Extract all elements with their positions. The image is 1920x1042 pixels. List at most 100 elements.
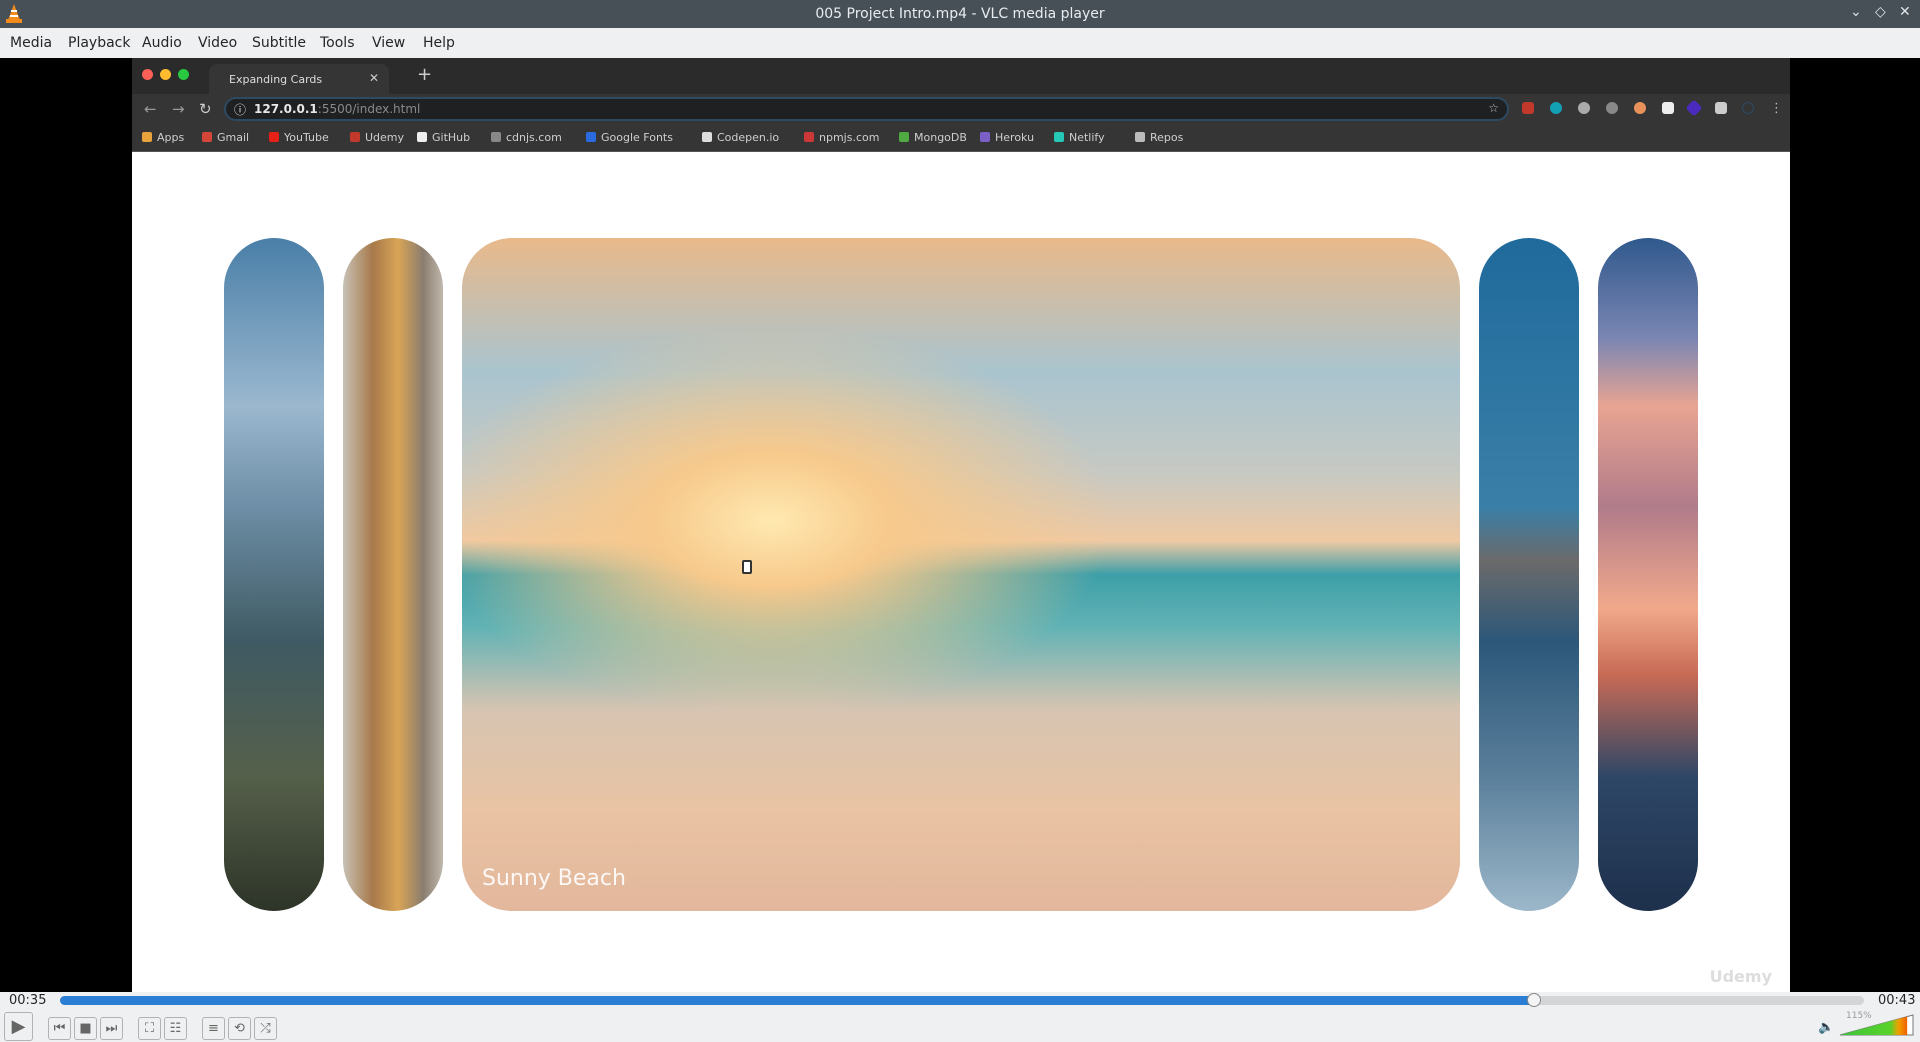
seek-handle[interactable] — [1526, 993, 1541, 1007]
bookmark-item: Google Fonts — [586, 131, 673, 144]
tab-close-icon: ✕ — [368, 71, 379, 85]
shuffle-button[interactable]: ⤮ — [254, 1017, 277, 1040]
bookmark-icon — [702, 132, 712, 142]
total-time: 00:43 — [1878, 993, 1916, 1008]
info-icon: ⓘ — [234, 103, 247, 117]
address-row: ← → ↻ ⓘ 127.0.0.1:5500/index.html ☆ ⋮ — [132, 94, 1790, 124]
extended-settings-button[interactable]: ☷ — [164, 1017, 187, 1040]
profile-icon — [1742, 102, 1754, 114]
skip-forward-icon: ⏭ — [105, 1021, 118, 1036]
play-icon: ▶ — [11, 1016, 26, 1037]
bookmark-label: YouTube — [284, 131, 329, 144]
window-title: 005 Project Intro.mp4 - VLC media player — [815, 6, 1105, 22]
bookmark-icon — [1054, 132, 1064, 142]
star-icon: ☆ — [1488, 101, 1499, 115]
bookmark-label: Gmail — [217, 131, 250, 144]
bookmark-label: Heroku — [995, 131, 1035, 144]
bookmark-icon — [142, 132, 152, 142]
bookmark-item: MongoDB — [899, 131, 967, 144]
playlist-icon: ≡ — [208, 1021, 219, 1036]
controls-bar: 00:35 00:43 ▶ ⏮ ■ ⏭ ⛶ ☷ ≡ ⟲ ⤮ 🔈 115% — [0, 992, 1920, 1042]
card-image — [1598, 238, 1698, 911]
bookmark-icon — [586, 132, 596, 142]
bookmark-item: Apps — [142, 131, 184, 144]
bookmark-icon — [350, 132, 360, 142]
bookmark-icon — [980, 132, 990, 142]
previous-button[interactable]: ⏮ — [48, 1017, 71, 1040]
bookmark-label: Repos — [1150, 131, 1184, 144]
back-icon: ← — [144, 100, 157, 118]
tab-title: Expanding Cards — [229, 73, 323, 86]
bookmark-item: Netlify — [1054, 131, 1105, 144]
new-tab-icon: + — [417, 64, 433, 85]
bookmark-icon — [417, 132, 427, 142]
bookmark-label: Udemy — [365, 131, 405, 144]
play-button[interactable]: ▶ — [4, 1012, 33, 1041]
menu-video[interactable]: Video — [198, 35, 237, 51]
extension-icon — [1522, 102, 1534, 114]
reload-icon: ↻ — [199, 100, 212, 118]
url-path: :5500/index.html — [317, 102, 421, 116]
mouse-cursor-icon — [742, 560, 752, 574]
elapsed-time: 00:35 — [9, 993, 47, 1008]
speaker-icon[interactable]: 🔈 — [1818, 1020, 1834, 1035]
kebab-menu-icon: ⋮ — [1770, 101, 1783, 116]
next-button[interactable]: ⏭ — [100, 1017, 123, 1040]
puzzle-icon — [1715, 102, 1727, 114]
card-label: Sunny Beach — [482, 866, 626, 891]
minimize-dot-icon — [160, 69, 171, 80]
bookmark-label: MongoDB — [914, 131, 967, 144]
menu-help[interactable]: Help — [423, 35, 455, 51]
fullscreen-icon: ⛶ — [144, 1021, 155, 1036]
minimize-icon[interactable]: ⌄ — [1850, 4, 1862, 20]
volume-slider[interactable] — [1839, 1014, 1914, 1036]
bookmark-icon — [899, 132, 909, 142]
maximize-icon[interactable]: ◇ — [1875, 4, 1886, 20]
bookmark-label: Codepen.io — [717, 131, 780, 144]
zoom-dot-icon — [178, 69, 189, 80]
udemy-watermark: Udemy — [1709, 967, 1772, 986]
menu-view[interactable]: View — [372, 35, 405, 51]
extension-icon — [1606, 102, 1618, 114]
bookmark-item: YouTube — [269, 131, 329, 144]
close-icon[interactable]: ✕ — [1899, 4, 1911, 20]
bookmark-item: Heroku — [980, 131, 1034, 144]
shuffle-icon: ⤮ — [260, 1021, 271, 1036]
extension-icon — [1634, 102, 1646, 114]
bookmark-label: GitHub — [432, 131, 471, 144]
skip-back-icon: ⏮ — [53, 1021, 66, 1036]
menu-tools[interactable]: Tools — [320, 35, 355, 51]
bookmark-label: Google Fonts — [601, 131, 673, 144]
bookmark-label: npmjs.com — [819, 131, 880, 144]
extension-icon — [1662, 102, 1674, 114]
seek-progress — [60, 996, 1534, 1005]
fullscreen-button[interactable]: ⛶ — [138, 1017, 161, 1040]
extension-icon — [1685, 99, 1703, 117]
video-frame-browser: Expanding Cards ✕ + ← → ↻ ⓘ 127.0.0.1:5500… — [132, 58, 1790, 992]
loop-icon: ⟲ — [234, 1021, 245, 1036]
bookmark-item: Codepen.io — [702, 131, 779, 144]
bookmark-item: npmjs.com — [804, 131, 879, 144]
extension-icon — [1578, 102, 1590, 114]
card-image — [1479, 238, 1579, 911]
playlist-button[interactable]: ≡ — [202, 1017, 225, 1040]
browser-tab-bar: Expanding Cards ✕ + — [132, 58, 1790, 94]
menu-subtitle[interactable]: Subtitle — [252, 35, 306, 51]
bookmark-item: Gmail — [202, 131, 249, 144]
bookmark-label: cdnjs.com — [506, 131, 562, 144]
seek-slider[interactable] — [60, 993, 1864, 1007]
menu-media[interactable]: Media — [10, 35, 52, 51]
title-bar: 005 Project Intro.mp4 - VLC media player… — [0, 0, 1920, 28]
stop-button[interactable]: ■ — [74, 1017, 97, 1040]
bookmark-icon — [491, 132, 501, 142]
equalizer-icon: ☷ — [169, 1021, 182, 1036]
bookmark-icon — [202, 132, 212, 142]
card-image — [224, 238, 324, 911]
bookmark-icon — [269, 132, 279, 142]
forward-icon: → — [172, 100, 185, 118]
menu-playback[interactable]: Playback — [68, 35, 130, 51]
address-bar: ⓘ 127.0.0.1:5500/index.html ☆ — [224, 97, 1509, 121]
video-area[interactable]: Expanding Cards ✕ + ← → ↻ ⓘ 127.0.0.1:5500… — [0, 58, 1920, 992]
loop-button[interactable]: ⟲ — [228, 1017, 251, 1040]
menu-audio[interactable]: Audio — [142, 35, 182, 51]
